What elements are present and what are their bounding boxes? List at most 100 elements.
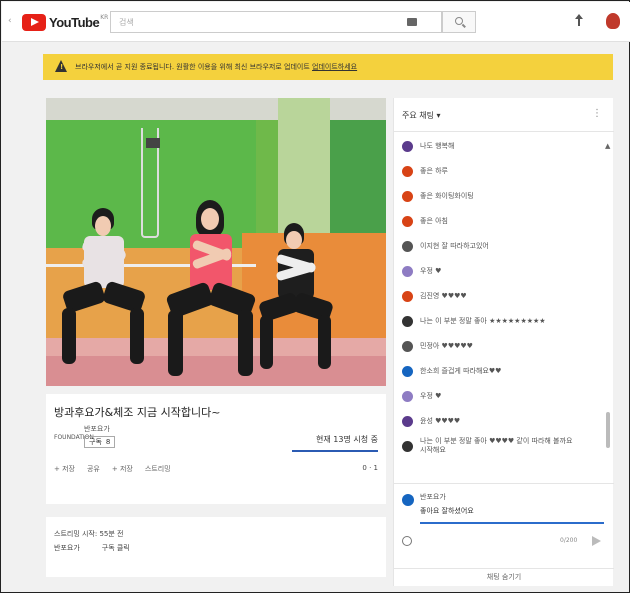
chat-message-list[interactable]: 나도 행복해좋은 하루좋은 화이팅화이팅좋은 아침이지현 잘 따라하고있어우정 … (394, 134, 604, 464)
video-player[interactable] (46, 98, 386, 386)
search-input[interactable]: 검색 (110, 11, 442, 33)
chat-avatar (402, 140, 413, 152)
chat-avatar (402, 340, 413, 352)
chat-message-text: 나는 이 부분 정말 좋아 ★★★★★★★★★ (420, 317, 546, 325)
chat-message: 김진영 ♥♥♥♥ (402, 284, 467, 308)
chat-message-input[interactable]: 좋아요 잘하셨어요 (420, 502, 604, 524)
viewer-count-underline (292, 450, 378, 452)
instructor-right (256, 223, 336, 378)
instructor-left (61, 208, 147, 378)
chat-avatar (402, 240, 413, 252)
chat-avatar (402, 415, 413, 427)
chat-avatar (402, 190, 413, 202)
chat-message-text-continued: 시작해요 (420, 446, 446, 454)
description-subscribe-link[interactable]: 구독 클릭 (102, 544, 130, 552)
update-link[interactable]: 업데이트하세요 (312, 63, 357, 71)
action-stream-button[interactable]: 스트리밍 (145, 464, 171, 474)
emoji-icon[interactable] (402, 536, 412, 546)
keyboard-icon[interactable] (407, 18, 417, 26)
chat-message-text: 좋은 하루 (420, 167, 448, 175)
scroll-up-icon[interactable]: ▲ (605, 142, 610, 150)
chat-message: 좋은 하루 (402, 159, 448, 183)
chat-input-area: 반포요가 좋아요 잘하셨어요 0/200 (394, 483, 614, 563)
chat-avatar (402, 165, 413, 177)
chat-message: 나는 이 부분 정말 좋아 ★★★★★★★★★ (402, 309, 546, 333)
top-bar: ‹ YouTube KR 검색 (2, 2, 630, 42)
video-title: 방과후요가&체조 지금 시작합니다~ (54, 406, 221, 419)
chat-message: 이지현 잘 따라하고있어 (402, 234, 489, 258)
chat-message: 나도 행복해 (402, 134, 454, 158)
chat-message-text: 우정 ♥ (420, 392, 442, 400)
live-viewer-count: 현재 13명 시청 중 (316, 435, 378, 444)
chat-avatar (402, 390, 413, 402)
video-actions: + 저장 공유 + 저장 스트리밍 (54, 464, 171, 474)
youtube-logo[interactable]: YouTube KR (22, 12, 108, 32)
action-share-button[interactable]: 공유 (87, 464, 100, 474)
chat-message-text: 나는 이 부분 정말 좋아 ♥♥♥♥ 같이 따라해 볼까요 (420, 437, 573, 445)
search-placeholder: 검색 (119, 18, 134, 27)
chat-message: 나는 이 부분 정말 좋아 ♥♥♥♥ 같이 따라해 볼까요 시작해요 (402, 434, 572, 458)
action-save-button[interactable]: + 저장 (54, 464, 75, 474)
browser-warning-banner: ! 브라우저에서 곧 지원 종료됩니다. 원활한 이용을 위해 최신 브라우저로… (43, 54, 613, 80)
description-line: 반포요가 구독 클릭 (54, 543, 130, 553)
video-description: 스트리밍 시작: 55분 전 반포요가 구독 클릭 (46, 517, 386, 577)
scrollbar-thumb[interactable] (606, 412, 610, 448)
upload-icon[interactable] (574, 14, 584, 30)
chat-scrollbar[interactable]: ▲ (605, 142, 610, 462)
video-scene-camera (146, 138, 160, 148)
more-options-icon[interactable]: ⋮ (592, 108, 602, 119)
chat-avatar (402, 440, 413, 452)
subscribe-label: 구독 (89, 438, 102, 446)
chat-message-text: 나도 행복해 (420, 142, 455, 150)
input-underline (420, 522, 604, 524)
chat-avatar (402, 290, 413, 302)
like-dislike[interactable]: 0 · 1 (362, 464, 378, 472)
action-add-button[interactable]: + 저장 (112, 464, 133, 474)
logo-text: YouTube (49, 14, 100, 30)
subscribe-button[interactable]: 구독 8 (84, 436, 116, 448)
chat-input-value: 좋아요 잘하셨어요 (420, 507, 474, 515)
play-logo-icon (22, 13, 46, 31)
my-name: 반포요가 (420, 493, 446, 501)
warning-icon: ! (55, 60, 67, 72)
my-avatar (402, 494, 414, 506)
char-count: 0/200 (560, 537, 578, 544)
chat-avatar (402, 365, 413, 377)
instructor-center (165, 200, 257, 385)
warning-text: 브라우저에서 곧 지원 종료됩니다. 원활한 이용을 위해 최신 브라우저로 업… (75, 63, 358, 71)
channel-logo[interactable]: FOUNDATION (54, 434, 94, 448)
live-chat-panel: 주요 채팅 ▾ ⋮ 나도 행복해좋은 하루좋은 화이팅화이팅좋은 아침이지현 잘… (393, 98, 614, 586)
chat-message-text: 민정아 ♥♥♥♥♥ (420, 342, 473, 350)
chat-message: 우정 ♥ (402, 259, 441, 283)
video-scene-ceiling (46, 98, 386, 120)
send-icon[interactable] (592, 536, 601, 546)
search-icon (455, 17, 463, 25)
chat-message-text: 한소희 즐겁게 따라해요♥♥ (420, 367, 502, 375)
chat-message: 한소희 즐겁게 따라해요♥♥ (402, 359, 501, 383)
channel-name[interactable]: 반포요가 (84, 424, 110, 434)
chat-message-text: 좋은 화이팅화이팅 (420, 192, 474, 200)
chat-message-text: 우정 ♥ (420, 267, 442, 275)
browser-frame: ‹ YouTube KR 검색 ! 브라우저에서 곧 지원 종료됩니다. 원활한… (0, 0, 630, 593)
chat-message: 윤성 ♥♥♥♥ (402, 409, 460, 433)
chat-avatar (402, 315, 413, 327)
subscribe-count: 8 (105, 438, 111, 446)
chat-message: 좋은 화이팅화이팅 (402, 184, 474, 208)
video-info: 방과후요가&체조 지금 시작합니다~ FOUNDATION 반포요가 구독 8 … (46, 394, 386, 504)
chat-mode-dropdown[interactable]: 주요 채팅 ▾ (402, 110, 441, 121)
menu-icon[interactable]: ‹ (8, 16, 18, 26)
chat-avatar (402, 265, 413, 277)
description-channel: 반포요가 (54, 544, 80, 552)
chat-message: 좋은 아침 (402, 209, 448, 233)
chat-message-text: 좋은 아침 (420, 217, 448, 225)
search-button[interactable] (442, 11, 476, 33)
chat-message: 우정 ♥ (402, 384, 441, 408)
logo-region: KR (100, 13, 109, 21)
hide-chat-button[interactable]: 채팅 숨기기 (394, 568, 614, 586)
chat-message-text: 윤성 ♥♥♥♥ (420, 417, 461, 425)
chat-message-text: 이지현 잘 따라하고있어 (420, 242, 489, 250)
avatar[interactable] (606, 13, 620, 29)
chat-header: 주요 채팅 ▾ ⋮ (394, 98, 614, 132)
chat-message: 민정아 ♥♥♥♥♥ (402, 334, 473, 358)
chat-message-text: 김진영 ♥♥♥♥ (420, 292, 467, 300)
